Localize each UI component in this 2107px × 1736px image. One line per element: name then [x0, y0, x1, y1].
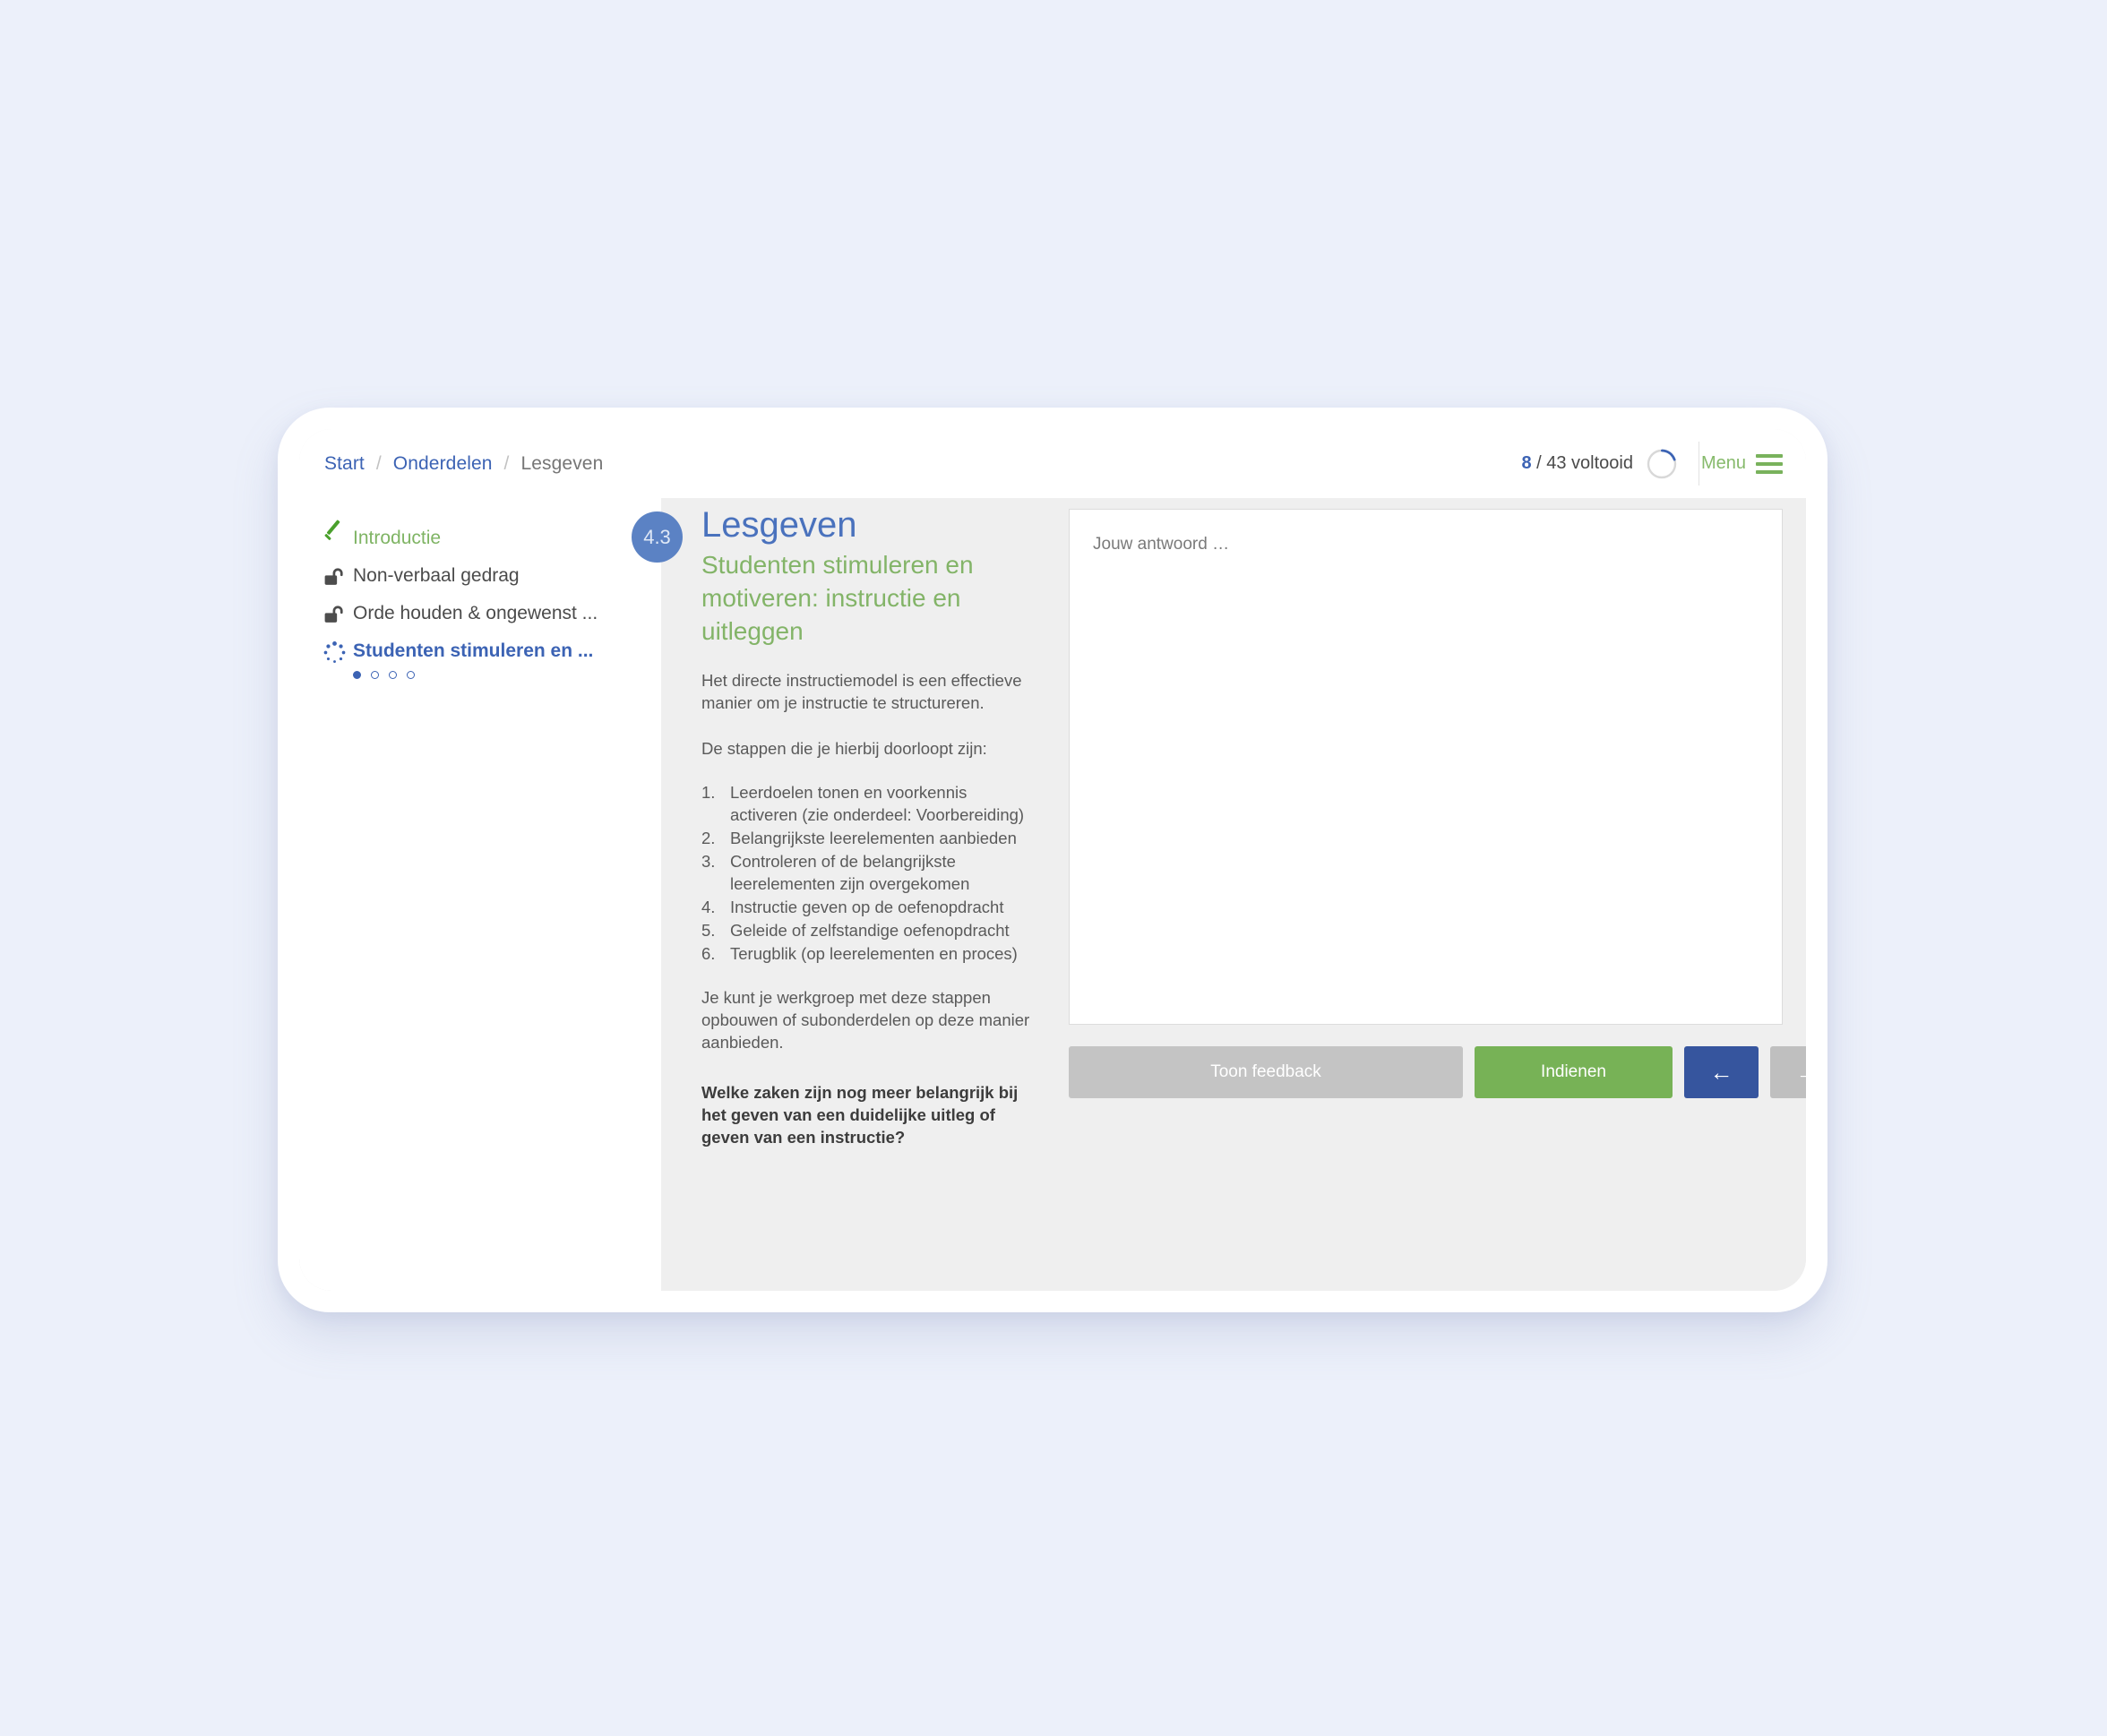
lesson-number-badge: 4.3: [632, 511, 683, 563]
sidebar: Introductie Non-verbaal gedrag Orde houd…: [299, 498, 661, 1291]
sub-step-dots: [353, 671, 415, 679]
list-item-number: 2.: [701, 829, 716, 847]
unlocked-padlock-icon: [322, 603, 353, 626]
main-content: 4.3 Lesgeven Studenten stimuleren en mot…: [632, 498, 1806, 1291]
page-subtitle: Studenten stimuleren en motiveren: instr…: [701, 551, 974, 645]
sub-step-dot-4[interactable]: [407, 671, 415, 679]
unlocked-padlock-icon: [322, 565, 353, 589]
menu-label: Menu: [1700, 453, 1746, 473]
list-item-text: Instructie geven op de oefenopdracht: [730, 898, 1004, 916]
list-item-text: Leerdoelen tonen en voorkennis activeren…: [730, 783, 1025, 824]
list-item-number: 5.: [701, 921, 716, 940]
list-item: 4. Instructie geven op de oefenopdracht: [701, 896, 1037, 918]
list-item-text: Geleide of zelfstandige oefenopdracht: [730, 921, 1010, 940]
answer-placeholder: Jouw antwoord …: [1093, 535, 1230, 554]
list-item-text: Terugblik (op leerelementen en proces): [730, 944, 1018, 963]
progress-indicator: 8 / 43 voltooid: [1521, 429, 1678, 498]
device-frame: Start / Onderdelen / Lesgeven 8 / 43 vol…: [278, 408, 1828, 1312]
app-card: Start / Onderdelen / Lesgeven 8 / 43 vol…: [299, 429, 1806, 1291]
spinner-icon: [322, 640, 353, 664]
action-bar: Toon feedback Indienen ← →: [1069, 1046, 1806, 1098]
sub-step-dot-2[interactable]: [371, 671, 379, 679]
progress-label: 8 / 43 voltooid: [1521, 453, 1633, 474]
list-item: 6. Terugblik (op leerelementen en proces…: [701, 942, 1037, 965]
list-item: 1. Leerdoelen tonen en voorkennis active…: [701, 781, 1037, 826]
sidebar-item-introductie[interactable]: Introductie: [299, 526, 661, 563]
list-item-number: 3.: [701, 852, 716, 871]
list-item-text: Belangrijkste leerelementen aanbieden: [730, 829, 1017, 847]
breadcrumb-separator: /: [503, 452, 510, 474]
lesson-outro-paragraph: Je kunt je werkgroep met deze stappen op…: [701, 988, 1030, 1052]
app-body: Introductie Non-verbaal gedrag Orde houd…: [299, 498, 1806, 1291]
app-header: Start / Onderdelen / Lesgeven 8 / 43 vol…: [299, 429, 1806, 498]
list-item-text: Controleren of de belangrijkste leerelem…: [730, 852, 970, 893]
lesson-text-column: Lesgeven Studenten stimuleren en motiver…: [701, 503, 1037, 1148]
lesson-steps-list: 1. Leerdoelen tonen en voorkennis active…: [701, 781, 1037, 965]
list-item-number: 6.: [701, 944, 716, 963]
answer-input[interactable]: Jouw antwoord …: [1069, 509, 1783, 1025]
previous-button[interactable]: ←: [1684, 1046, 1759, 1098]
sidebar-item-studenten-stimuleren[interactable]: Studenten stimuleren en ...: [299, 639, 661, 679]
breadcrumb-separator: /: [375, 452, 382, 474]
hamburger-icon: [1756, 453, 1783, 474]
progress-total-label: / 43 voltooid: [1536, 453, 1633, 473]
lesson-steps-lead: De stappen die je hierbij doorloopt zijn…: [701, 739, 987, 758]
check-icon: [322, 528, 353, 551]
list-item: 3. Controleren of de belangrijkste leere…: [701, 850, 1037, 895]
answer-panel: Jouw antwoord … Toon feedback Indienen ←…: [1069, 509, 1806, 1278]
sub-step-dot-1[interactable]: [353, 671, 361, 679]
breadcrumb-item-onderdelen[interactable]: Onderdelen: [393, 453, 493, 475]
progress-ring-icon: [1647, 449, 1677, 478]
list-item: 2. Belangrijkste leerelementen aanbieden: [701, 827, 1037, 849]
sidebar-item-label: Studenten stimuleren en ...: [353, 640, 594, 661]
submit-button[interactable]: Indienen: [1475, 1046, 1673, 1098]
list-item: 5. Geleide of zelfstandige oefenopdracht: [701, 919, 1037, 941]
breadcrumb: Start / Onderdelen / Lesgeven: [324, 429, 603, 498]
progress-completed-count: 8: [1521, 453, 1532, 473]
page-title: Lesgeven: [701, 505, 857, 545]
list-item-number: 4.: [701, 898, 716, 916]
sidebar-item-label: Non-verbaal gedrag: [353, 565, 520, 586]
sub-step-dot-3[interactable]: [389, 671, 397, 679]
lesson-intro-paragraph: Het directe instructiemodel is een effec…: [701, 671, 1022, 712]
breadcrumb-item-start[interactable]: Start: [324, 453, 365, 475]
next-button[interactable]: →: [1770, 1046, 1806, 1098]
list-item-number: 1.: [701, 783, 716, 802]
show-feedback-button[interactable]: Toon feedback: [1069, 1046, 1463, 1098]
sidebar-item-non-verbaal-gedrag[interactable]: Non-verbaal gedrag: [299, 563, 661, 601]
sidebar-item-label: Introductie: [353, 528, 442, 548]
sidebar-item-orde-houden[interactable]: Orde houden & ongewenst ...: [299, 601, 661, 639]
breadcrumb-item-current: Lesgeven: [520, 452, 604, 474]
lesson-question: Welke zaken zijn nog meer belangrijk bij…: [701, 1083, 1019, 1147]
header-divider: [1698, 442, 1699, 486]
menu-button[interactable]: Menu: [1701, 429, 1792, 498]
sidebar-item-label: Orde houden & ongewenst ...: [353, 603, 598, 623]
